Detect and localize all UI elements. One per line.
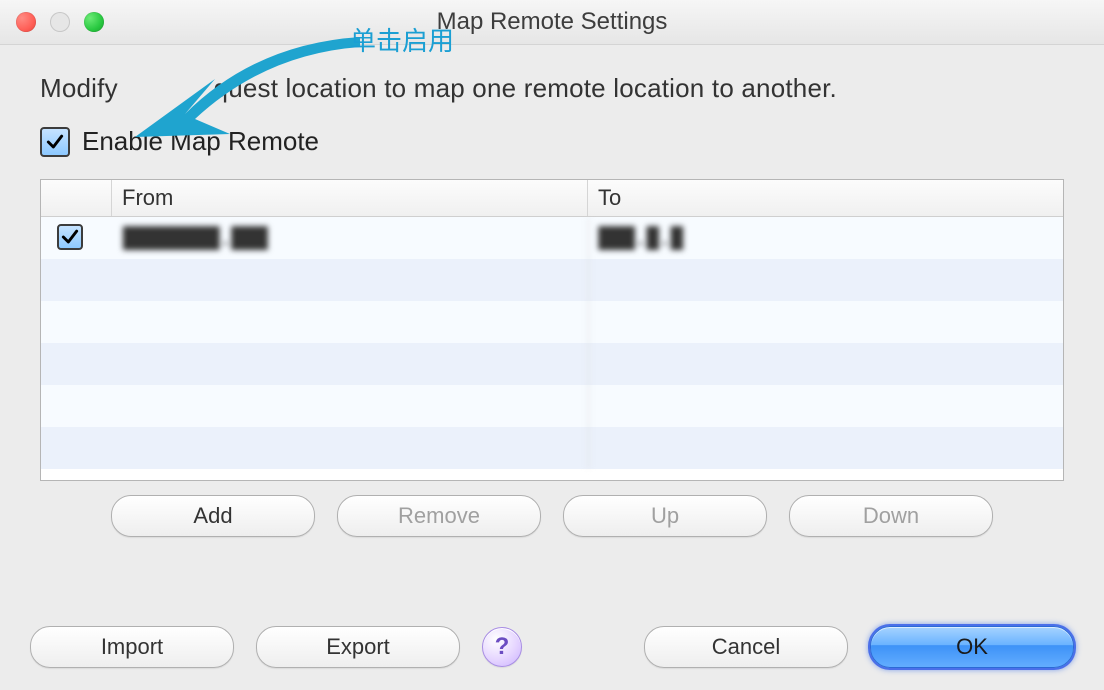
table-row[interactable] — [41, 259, 1063, 301]
window-titlebar: Map Remote Settings — [0, 0, 1104, 45]
zoom-icon[interactable] — [84, 12, 104, 32]
close-icon[interactable] — [16, 12, 36, 32]
cancel-button[interactable]: Cancel — [644, 626, 848, 668]
down-button[interactable]: Down — [789, 495, 993, 537]
intro-text: Modify y the request location to map one… — [40, 73, 1064, 104]
import-button[interactable]: Import — [30, 626, 234, 668]
export-button[interactable]: Export — [256, 626, 460, 668]
table-row[interactable] — [41, 343, 1063, 385]
window-title: Map Remote Settings — [0, 0, 1104, 44]
row-to-value: ███.█.█ — [588, 217, 1064, 259]
intro-prefix: Modify — [40, 73, 118, 103]
row-from-value: ████████.███ — [113, 217, 588, 259]
enable-map-remote-checkbox[interactable] — [40, 127, 70, 157]
traffic-lights — [16, 12, 104, 32]
mappings-table: From To ████████.███ ███.█.█ — [40, 179, 1064, 481]
remove-button[interactable]: Remove — [337, 495, 541, 537]
col-to-header[interactable]: To — [588, 180, 1063, 216]
table-row[interactable] — [41, 385, 1063, 427]
table-row[interactable] — [41, 427, 1063, 469]
help-button[interactable]: ? — [482, 627, 522, 667]
up-button[interactable]: Up — [563, 495, 767, 537]
col-enabled-header[interactable] — [41, 180, 112, 216]
minimize-icon — [50, 12, 70, 32]
row-enabled-checkbox[interactable] — [57, 224, 83, 250]
add-button[interactable]: Add — [111, 495, 315, 537]
table-row[interactable] — [41, 301, 1063, 343]
intro-suffix: quest location to map one remote locatio… — [214, 73, 837, 103]
col-from-header[interactable]: From — [112, 180, 588, 216]
ok-button[interactable]: OK — [870, 626, 1074, 668]
table-row[interactable]: ████████.███ ███.█.█ — [41, 217, 1063, 259]
enable-map-remote-label: Enable Map Remote — [82, 126, 319, 157]
